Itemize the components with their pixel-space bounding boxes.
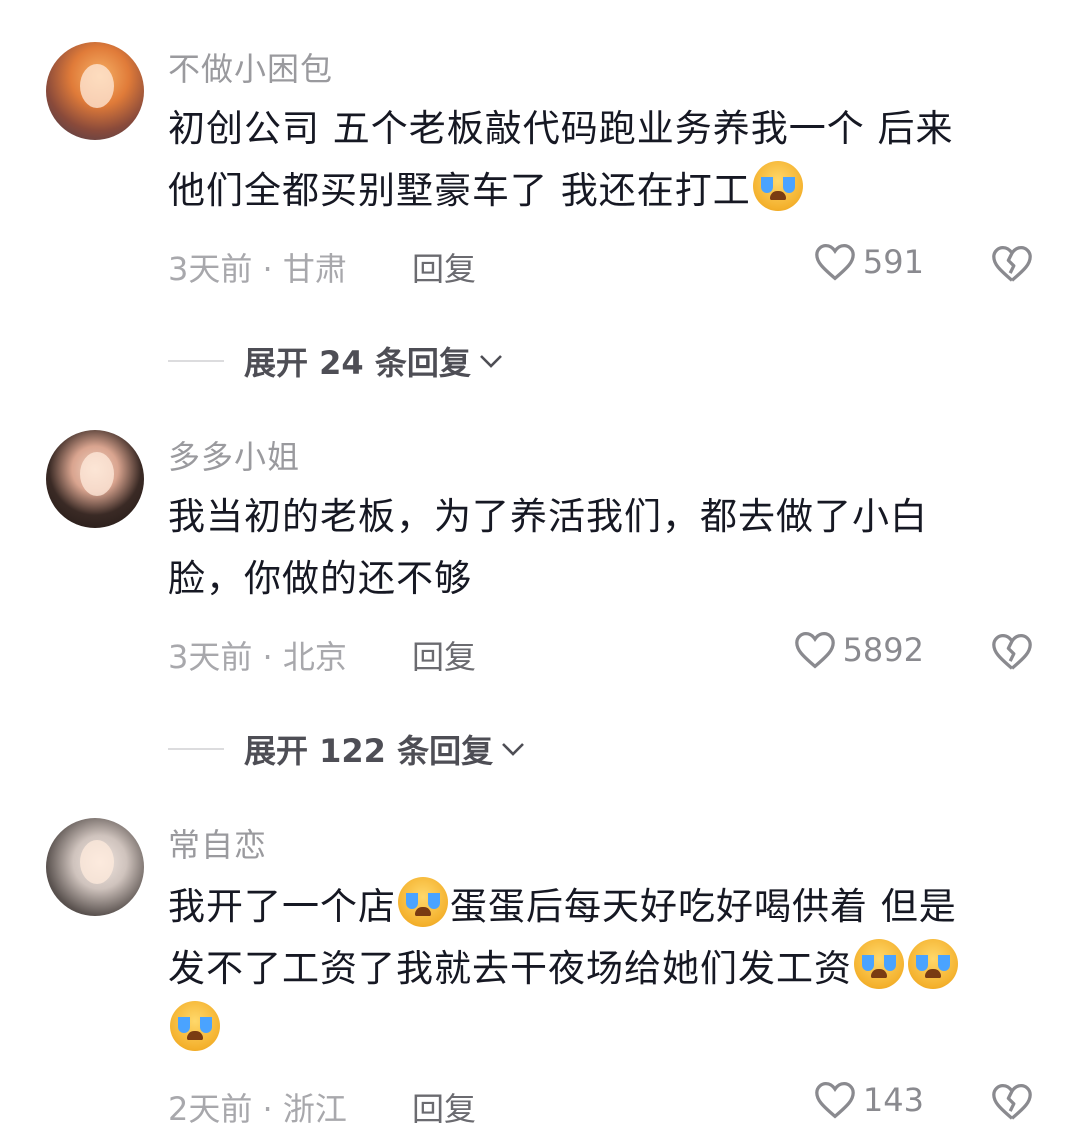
comment-meta: 3天前 · 北京 bbox=[168, 638, 347, 676]
crying-face-emoji-icon bbox=[398, 877, 448, 927]
crying-face-emoji-icon bbox=[854, 939, 904, 989]
divider-line bbox=[168, 360, 224, 362]
expand-replies-button[interactable]: 展开 122 条回复 bbox=[168, 726, 527, 772]
like-button[interactable]: 591 bbox=[813, 242, 924, 282]
like-button[interactable]: 5892 bbox=[793, 630, 924, 670]
heart-outline-icon bbox=[794, 631, 835, 669]
broken-heart-icon[interactable] bbox=[990, 1082, 1034, 1122]
divider-line bbox=[168, 748, 224, 750]
avatar[interactable] bbox=[46, 430, 144, 528]
heart-outline-icon bbox=[815, 1081, 855, 1119]
comment-username[interactable]: 不做小困包 bbox=[168, 44, 333, 90]
broken-heart-icon[interactable] bbox=[990, 632, 1034, 672]
comment-text: 我当初的老板，为了养活我们，都去做了小白 脸，你做的还不够 bbox=[168, 495, 928, 600]
comment-username[interactable]: 常自恋 bbox=[168, 820, 267, 866]
crying-face-emoji-icon bbox=[752, 161, 803, 211]
comment-meta: 2天前 · 浙江 bbox=[168, 1090, 347, 1128]
like-count: 591 bbox=[862, 243, 924, 281]
crying-face-emoji-icon bbox=[170, 1001, 220, 1051]
comment-username[interactable]: 多多小姐 bbox=[168, 432, 300, 478]
reply-button[interactable]: 回复 bbox=[412, 244, 476, 290]
like-button[interactable]: 143 bbox=[813, 1080, 924, 1120]
avatar[interactable] bbox=[46, 42, 144, 140]
comment-text: 初创公司 五个老板敲代码跑业务养我一个 后来 他们全都买别墅豪车了 我还在打工 bbox=[168, 107, 954, 212]
comment-text: 我开了一个店 蛋蛋后每天好吃好喝供着 但是 发不了工资了我就去干夜场给她们发工资 bbox=[168, 876, 1028, 1062]
expand-replies-label: 展开 122 条回复 bbox=[244, 732, 494, 770]
heart-outline-icon bbox=[815, 243, 855, 281]
crying-face-emoji-icon bbox=[908, 939, 958, 989]
chevron-down-icon bbox=[479, 355, 502, 368]
broken-heart-icon[interactable] bbox=[990, 244, 1034, 284]
avatar[interactable] bbox=[46, 818, 144, 916]
like-count: 143 bbox=[862, 1081, 924, 1119]
reply-button[interactable]: 回复 bbox=[412, 632, 476, 678]
chevron-down-icon bbox=[502, 743, 525, 756]
expand-replies-button[interactable]: 展开 24 条回复 bbox=[168, 338, 505, 384]
reply-button[interactable]: 回复 bbox=[412, 1084, 476, 1130]
expand-replies-label: 展开 24 条回复 bbox=[244, 344, 471, 382]
comment-meta: 3天前 · 甘肃 bbox=[168, 250, 347, 288]
like-count: 5892 bbox=[842, 631, 924, 669]
